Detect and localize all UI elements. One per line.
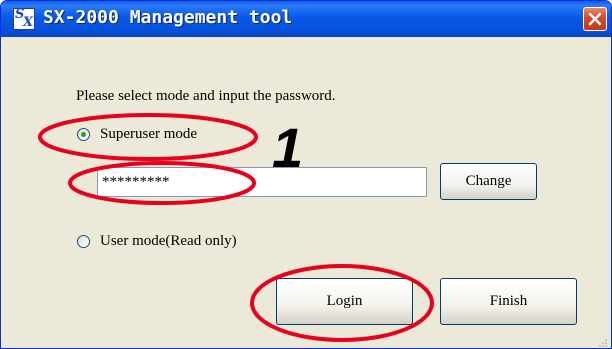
user-mode-option[interactable]: User mode(Read only) bbox=[77, 233, 237, 250]
step-number: 1 bbox=[272, 116, 304, 179]
superuser-radio[interactable] bbox=[77, 128, 90, 141]
password-field[interactable]: ********* bbox=[97, 167, 427, 197]
window-title: SX-2000 Management tool bbox=[43, 7, 293, 28]
login-button[interactable]: Login bbox=[276, 278, 413, 325]
superuser-mode-option[interactable]: Superuser mode bbox=[77, 126, 197, 143]
title-bar[interactable]: SX SX-2000 Management tool bbox=[1, 1, 611, 37]
user-label: User mode(Read only) bbox=[100, 233, 237, 249]
finish-button[interactable]: Finish bbox=[440, 278, 577, 325]
instruction-text: Please select mode and input the passwor… bbox=[76, 88, 336, 104]
close-button[interactable] bbox=[583, 7, 607, 31]
resize-grip-icon[interactable] bbox=[596, 336, 608, 348]
app-icon: SX bbox=[13, 7, 35, 30]
superuser-label: Superuser mode bbox=[100, 126, 198, 142]
close-icon bbox=[588, 12, 602, 26]
user-radio[interactable] bbox=[77, 235, 90, 248]
change-button[interactable]: Change bbox=[440, 163, 537, 200]
